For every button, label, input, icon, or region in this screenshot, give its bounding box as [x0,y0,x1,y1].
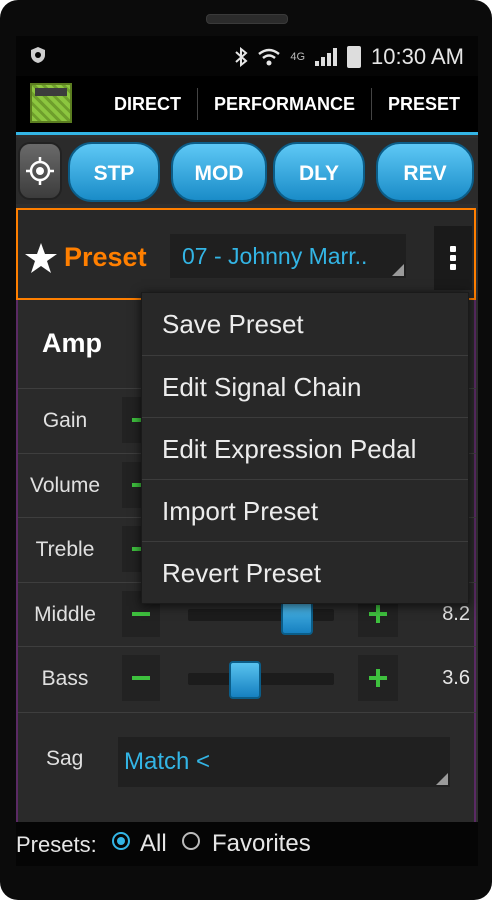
preset-label: Preset [64,242,147,272]
sag-dropdown[interactable]: Match < [118,737,450,787]
radio-favorites-label[interactable]: Favorites [212,830,311,858]
tab-direct[interactable]: DIRECT [98,88,197,120]
sag-selected-value: Match < [124,748,211,775]
overflow-menu-button[interactable] [434,226,472,290]
menu-item-import-preset[interactable]: Import Preset [142,479,468,541]
clock: 10:30 AM [371,44,464,69]
menu-item-save-preset[interactable]: Save Preset [142,293,468,355]
preset-selected-value: 07 - Johnny Marr.. [182,243,368,269]
bluetooth-icon [235,47,248,67]
amp-title: Amp [42,328,102,358]
dropdown-corner-icon [436,773,448,785]
param-label: Gain [42,409,88,432]
wifi-icon [258,48,281,66]
battery-icon [347,46,362,68]
param-label: Bass [41,667,89,690]
radio-favorites[interactable] [182,832,200,850]
rev-button[interactable]: REV [376,142,474,202]
param-row-bass: Bass 3.6 [18,646,476,709]
top-tabs: DIRECT PERFORMANCE PRESET [98,76,478,132]
action-bar: DIRECT PERFORMANCE PRESET [16,76,478,135]
sag-row: Sag Match < [18,712,476,809]
shield-icon [31,47,45,63]
target-icon [26,157,54,185]
param-label: Volume [29,473,101,497]
preset-filter-bar: Presets: All Favorites [16,822,478,866]
speaker-grille [206,14,288,24]
tab-preset[interactable]: PRESET [371,88,476,120]
dly-button[interactable]: DLY [273,142,365,202]
dropdown-corner-icon [392,264,404,276]
menu-item-edit-signal-chain[interactable]: Edit Signal Chain [142,355,468,417]
star-icon[interactable] [24,242,58,274]
plus-button[interactable] [358,655,398,701]
app-screen: 4G 10:30 AM DIRECT PERFORMANCE PRESET ST… [16,36,478,866]
network-type: 4G [290,51,306,63]
stp-button[interactable]: STP [68,142,160,202]
param-slider-thumb[interactable] [229,661,262,699]
status-icons: 4G 10:30 AM [234,44,464,70]
param-label: Treble [35,538,95,561]
phone-frame: 4G 10:30 AM DIRECT PERFORMANCE PRESET ST… [0,0,492,900]
tab-performance[interactable]: PERFORMANCE [197,88,371,120]
param-label: Middle [34,602,96,626]
overflow-menu: Save Preset Edit Signal Chain Edit Expre… [141,292,469,604]
app-logo-icon[interactable] [30,83,72,123]
menu-item-revert-preset[interactable]: Revert Preset [142,541,468,603]
preset-dropdown[interactable]: 07 - Johnny Marr.. [170,234,406,278]
mod-button[interactable]: MOD [171,142,267,202]
status-bar: 4G 10:30 AM [16,36,478,76]
param-value: 3.6 [442,667,470,689]
minus-button[interactable] [122,655,160,701]
effect-buttons-row: STP MOD DLY REV [16,138,478,204]
radio-all[interactable] [112,832,130,850]
presets-filter-label: Presets: [16,832,97,857]
tuner-button[interactable] [18,142,62,200]
preset-bar: Preset 07 - Johnny Marr.. [16,208,476,300]
radio-all-label[interactable]: All [140,830,167,858]
menu-item-edit-expression-pedal[interactable]: Edit Expression Pedal [142,417,468,479]
signal-icon [315,48,338,66]
param-value: 8.2 [442,602,470,625]
sag-label: Sag [46,747,84,770]
